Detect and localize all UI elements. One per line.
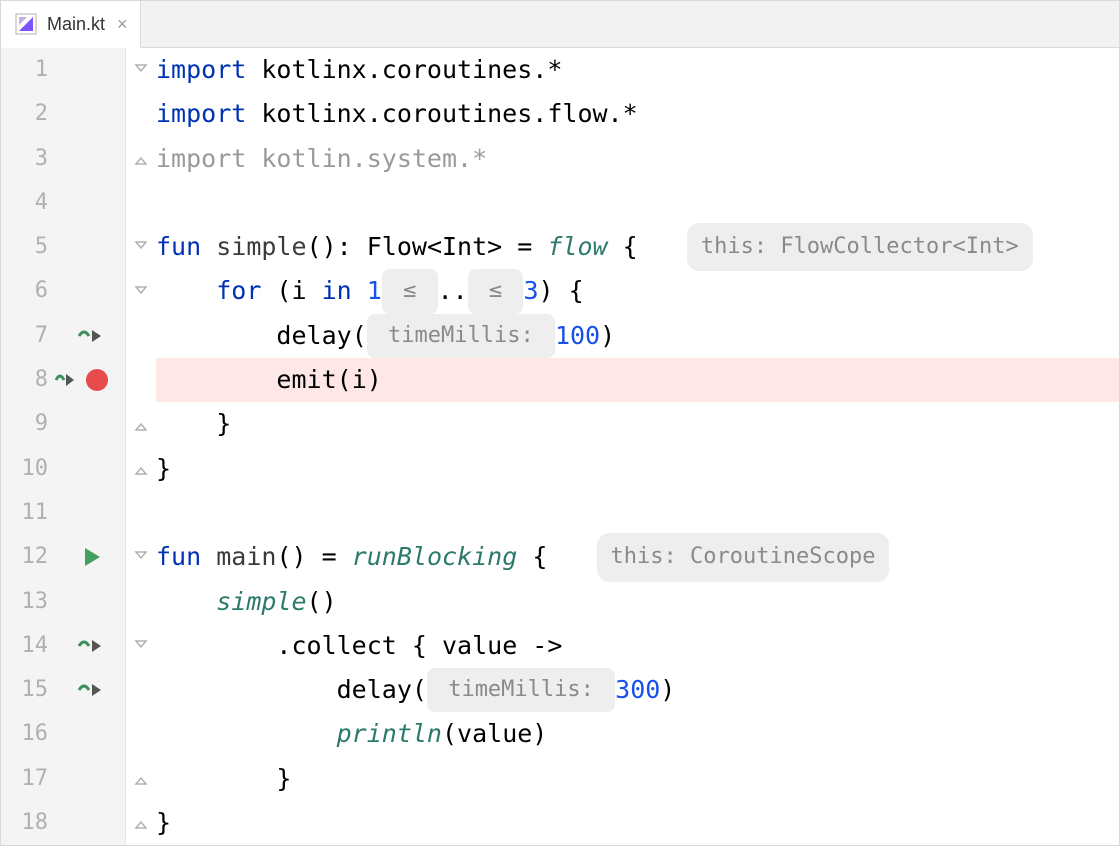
suspend-call-icon[interactable]: [54, 370, 80, 390]
inlay-hint: this: FlowCollector<Int>: [687, 223, 1033, 271]
editor-area: 1 2 3 4 5 6 7 8 9 10 11 12 13 14 15 16 1…: [1, 48, 1119, 845]
inlay-hint: this: CoroutineScope: [597, 533, 890, 581]
param-hint: timeMillis:: [367, 314, 555, 358]
fold-marker-icon[interactable]: [134, 772, 148, 786]
line-number[interactable]: 4: [1, 181, 48, 225]
code-line: simple(): [156, 580, 1119, 624]
suspend-call-icon[interactable]: [77, 680, 107, 700]
code-line: fun simple(): Flow<Int> = flow { this: F…: [156, 225, 1119, 269]
editor-tab-main-kt[interactable]: Main.kt ×: [1, 1, 141, 48]
fold-marker-icon[interactable]: [134, 639, 148, 653]
range-hint: ≤: [382, 269, 438, 313]
code-line: }: [156, 402, 1119, 446]
fold-marker-icon[interactable]: [134, 816, 148, 830]
fold-marker-icon[interactable]: [134, 152, 148, 166]
tab-bar: Main.kt ×: [1, 1, 1119, 48]
fold-marker-icon[interactable]: [134, 240, 148, 254]
code-line-breakpoint: emit(i): [156, 358, 1119, 402]
line-number[interactable]: 13: [1, 580, 48, 624]
line-number-gutter: 1 2 3 4 5 6 7 8 9 10 11 12 13 14 15 16 1…: [1, 48, 58, 845]
code-line: fun main() = runBlocking { this: Corouti…: [156, 535, 1119, 579]
code-line: import kotlin.system.*: [156, 137, 1119, 181]
code-line: delay( timeMillis: 100): [156, 314, 1119, 358]
line-number[interactable]: 18: [1, 801, 48, 845]
line-number[interactable]: 1: [1, 48, 48, 92]
code-line: import kotlinx.coroutines.flow.*: [156, 92, 1119, 136]
fold-marker-icon[interactable]: [134, 462, 148, 476]
fold-gutter: [126, 48, 156, 845]
code-line: }: [156, 801, 1119, 845]
code-line: [156, 181, 1119, 225]
line-number[interactable]: 17: [1, 757, 48, 801]
line-number[interactable]: 5: [1, 225, 48, 269]
line-number[interactable]: 12: [1, 535, 48, 579]
fold-marker-icon[interactable]: [134, 550, 148, 564]
suspend-call-icon[interactable]: [77, 636, 107, 656]
code-line: delay( timeMillis: 300): [156, 668, 1119, 712]
code-line: for (i in 1 ≤ .. ≤ 3) {: [156, 269, 1119, 313]
fold-marker-icon[interactable]: [134, 63, 148, 77]
code-line: }: [156, 757, 1119, 801]
kotlin-file-icon: [15, 13, 37, 35]
code-line: }: [156, 447, 1119, 491]
code-line: println(value): [156, 712, 1119, 756]
param-hint: timeMillis:: [427, 668, 615, 712]
editor-window: Main.kt × 1 2 3 4 5 6 7 8 9 10 11 12 13 …: [0, 0, 1120, 846]
line-number[interactable]: 11: [1, 491, 48, 535]
code-line: [156, 491, 1119, 535]
line-number[interactable]: 16: [1, 712, 48, 756]
code-line: .collect { value ->: [156, 624, 1119, 668]
line-number[interactable]: 6: [1, 269, 48, 313]
code-area[interactable]: import kotlinx.coroutines.* import kotli…: [156, 48, 1119, 845]
run-icon[interactable]: [82, 546, 102, 568]
breakpoint-icon[interactable]: [86, 369, 108, 391]
code-line: import kotlinx.coroutines.*: [156, 48, 1119, 92]
line-number[interactable]: 8: [1, 358, 48, 402]
fold-marker-icon[interactable]: [134, 418, 148, 432]
line-number[interactable]: 15: [1, 668, 48, 712]
line-number[interactable]: 3: [1, 137, 48, 181]
fold-marker-icon[interactable]: [134, 285, 148, 299]
close-icon[interactable]: ×: [117, 14, 128, 35]
line-number[interactable]: 9: [1, 402, 48, 446]
line-number[interactable]: 7: [1, 314, 48, 358]
suspend-call-icon[interactable]: [77, 326, 107, 346]
icon-gutter: [58, 48, 126, 845]
line-number[interactable]: 2: [1, 92, 48, 136]
line-number[interactable]: 14: [1, 624, 48, 668]
line-number[interactable]: 10: [1, 447, 48, 491]
tab-filename: Main.kt: [47, 14, 105, 35]
range-hint: ≤: [468, 269, 524, 313]
